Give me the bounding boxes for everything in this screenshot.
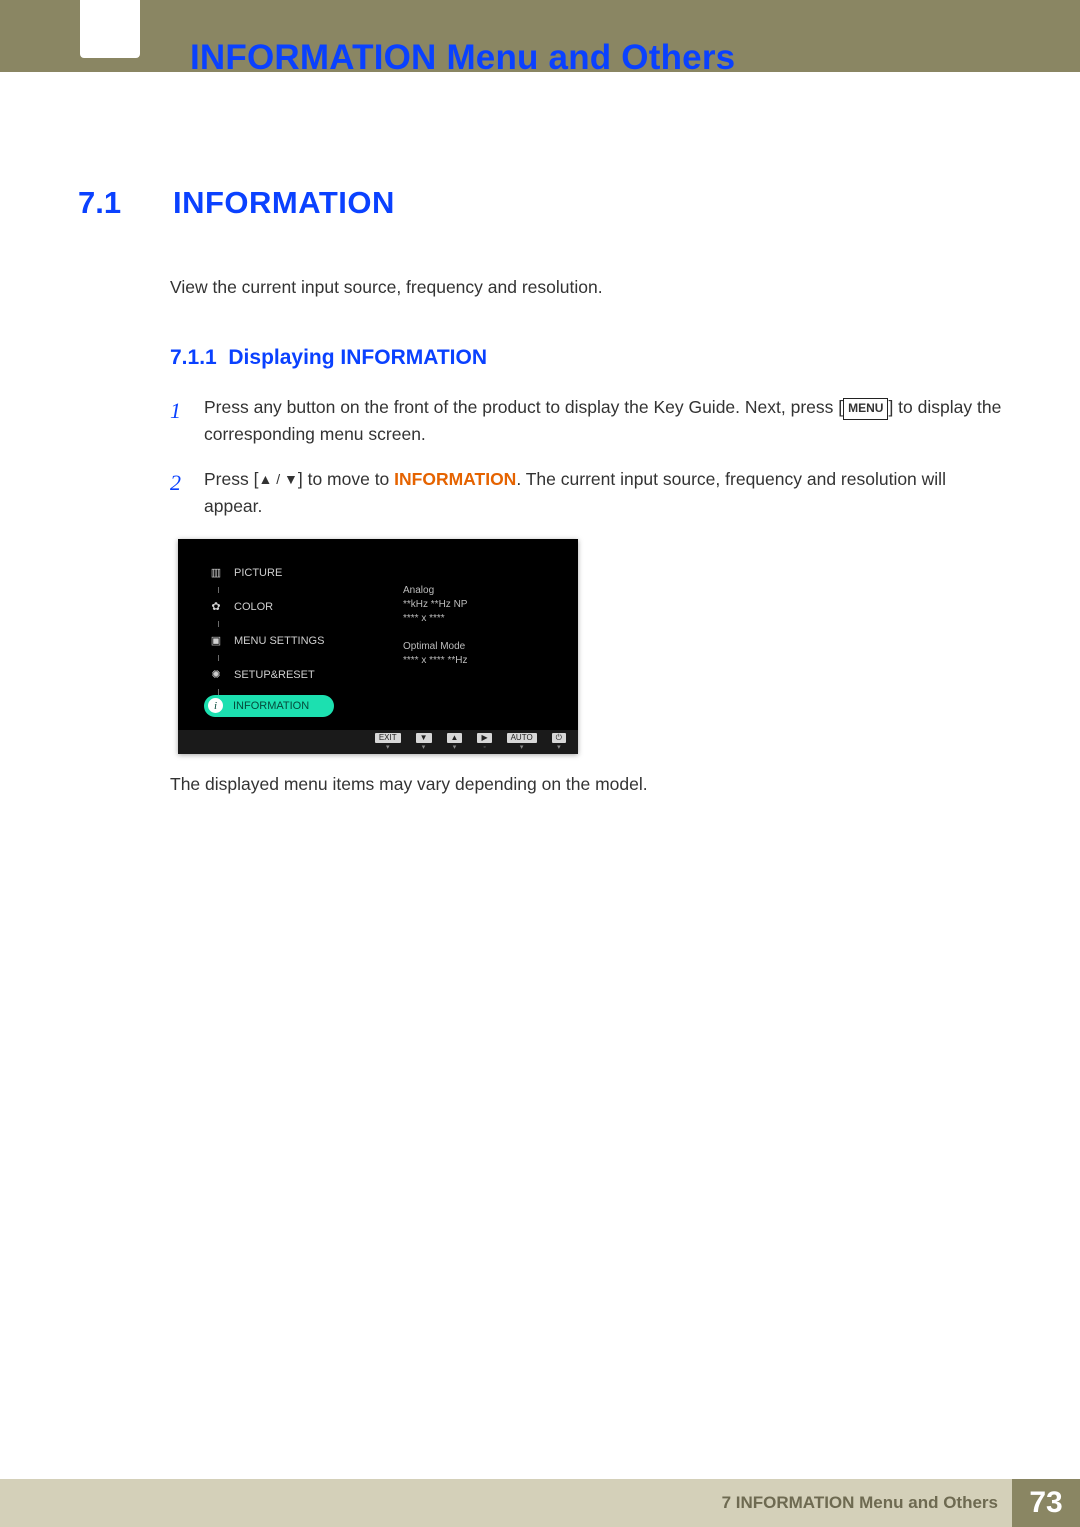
osd-nav-auto: AUTO▾: [507, 733, 537, 751]
osd-item-setup-reset: ✺ SETUP&RESET: [204, 661, 334, 689]
osd-nav-down: ▼▾: [416, 733, 432, 751]
osd-nav-right: ▶◦: [477, 733, 491, 751]
subsection-heading: 7.1.1 Displaying INFORMATION: [170, 346, 1002, 370]
osd-nav-exit: EXIT▾: [375, 733, 401, 751]
osd-item-information-selected: i INFORMATION: [204, 695, 334, 717]
footer-label: 7 INFORMATION Menu and Others: [0, 1479, 1012, 1527]
model-variance-note: The displayed menu items may vary depend…: [170, 774, 1002, 795]
page-number: 73: [1012, 1479, 1080, 1527]
osd-screenshot: ▥ PICTURE ✿ COLOR ▣ MENU SETTINGS ✺ SETU…: [178, 539, 578, 754]
osd-info-line: **** x **** **Hz: [403, 655, 467, 666]
osd-menu-list: ▥ PICTURE ✿ COLOR ▣ MENU SETTINGS ✺ SETU…: [204, 559, 334, 717]
section-intro: View the current input source, frequency…: [170, 277, 1002, 298]
steps-list: 1 Press any button on the front of the p…: [170, 394, 1002, 521]
chapter-tab: [80, 0, 140, 58]
step-number: 1: [170, 394, 186, 448]
osd-item-label: COLOR: [234, 601, 273, 613]
section-number: 7.1: [78, 185, 143, 221]
osd-info-panel: Analog **kHz **Hz NP **** x **** Optimal…: [403, 585, 467, 666]
osd-item-label: INFORMATION: [233, 700, 309, 712]
information-keyword: INFORMATION: [394, 469, 516, 489]
osd-item-label: SETUP&RESET: [234, 669, 315, 681]
osd-nav-bar: EXIT▾ ▼▾ ▲▾ ▶◦ AUTO▾ ⏻▾: [178, 730, 578, 754]
subsection-title: Displaying INFORMATION: [228, 346, 487, 369]
osd-nav-power: ⏻▾: [552, 733, 566, 751]
step-body: Press any button on the front of the pro…: [204, 394, 1002, 448]
step-number: 2: [170, 466, 186, 520]
osd-item-menu-settings: ▣ MENU SETTINGS: [204, 627, 334, 655]
menu-key-icon: MENU: [843, 398, 888, 420]
osd-info-line: Optimal Mode: [403, 641, 467, 652]
menu-settings-icon: ▣: [208, 633, 224, 649]
osd-nav-up: ▲▾: [447, 733, 463, 751]
osd-info-line: **** x ****: [403, 613, 467, 624]
color-icon: ✿: [208, 599, 224, 615]
step-1: 1 Press any button on the front of the p…: [170, 394, 1002, 448]
osd-item-label: MENU SETTINGS: [234, 635, 324, 647]
step-2: 2 Press [▲ / ▼] to move to INFORMATION. …: [170, 466, 1002, 520]
page-content: 7.1 INFORMATION View the current input s…: [78, 185, 1002, 795]
osd-info-line: **kHz **Hz NP: [403, 599, 467, 610]
section-heading: 7.1 INFORMATION: [78, 185, 1002, 221]
step-text: Press any button on the front of the pro…: [204, 397, 843, 417]
picture-icon: ▥: [208, 565, 224, 581]
page-footer: 7 INFORMATION Menu and Others 73: [0, 1479, 1080, 1527]
up-down-arrows-icon: ▲ / ▼: [258, 471, 297, 487]
step-text: ] to move to: [298, 469, 394, 489]
setup-reset-icon: ✺: [208, 667, 224, 683]
chapter-title: INFORMATION Menu and Others: [190, 38, 735, 78]
step-body: Press [▲ / ▼] to move to INFORMATION. Th…: [204, 466, 1002, 520]
osd-info-line: Analog: [403, 585, 467, 596]
information-icon: i: [208, 698, 223, 713]
step-text: Press [: [204, 469, 258, 489]
subsection-number: 7.1.1: [170, 346, 217, 369]
osd-item-label: PICTURE: [234, 567, 282, 579]
osd-item-color: ✿ COLOR: [204, 593, 334, 621]
osd-item-picture: ▥ PICTURE: [204, 559, 334, 587]
section-title: INFORMATION: [173, 185, 395, 221]
